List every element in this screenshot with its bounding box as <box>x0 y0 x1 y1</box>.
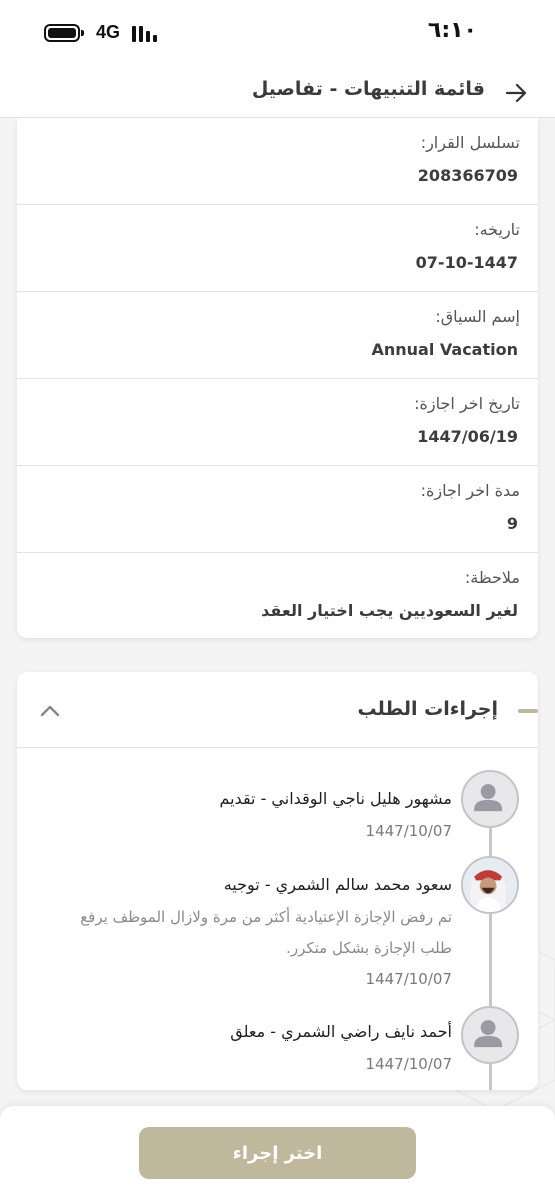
field-last-vacation-date: تاريخ اخر اجازة: 1447/06/19 <box>17 379 538 466</box>
field-value: 9 <box>506 514 518 533</box>
timeline-entry-note: تم رفض الإجازة الإعتيادية أكثر من مرة ول… <box>80 908 452 957</box>
section-accent <box>518 709 538 713</box>
timeline-entry-name: أحمد نايف راضي الشمري - معلق <box>230 1022 452 1041</box>
field-label: إسم السياق: <box>435 307 520 326</box>
field-date: تاريخه: 07-10-1447 <box>17 205 538 292</box>
signal-icon <box>132 24 158 42</box>
timeline-entry-name: سعود محمد سالم الشمري - توجيه <box>223 875 452 894</box>
person-placeholder-icon <box>461 1006 519 1064</box>
user-photo <box>461 856 519 914</box>
choose-action-button[interactable]: اختر إجراء <box>139 1127 416 1179</box>
field-note: ملاحظة: لغير السعوديين يجب اختيار العقد <box>17 553 538 640</box>
timeline-entry-date: 1447/10/07 <box>365 970 452 988</box>
section-title: إجراءات الطلب <box>357 698 499 720</box>
field-last-vacation-duration: مدة اخر اجازة: 9 <box>17 466 538 553</box>
field-label: تاريخ اخر اجازة: <box>414 394 520 413</box>
field-value: 07-10-1447 <box>415 253 518 272</box>
details-card: تسلسل القرار: 208366709 تاريخه: 07-10-14… <box>17 118 538 638</box>
request-actions-header[interactable]: إجراءات الطلب <box>17 672 538 748</box>
timeline-entry-date: 1447/10/07 <box>365 822 452 840</box>
field-value: Annual Vacation <box>371 340 518 359</box>
field-decision-number: تسلسل القرار: 208366709 <box>17 118 538 205</box>
network-type: 4G <box>96 22 121 42</box>
field-value: لغير السعوديين يجب اختيار العقد <box>261 601 518 620</box>
field-label: مدة اخر اجازة: <box>420 481 520 500</box>
status-indicators: 4G <box>44 22 158 43</box>
top-app-bar: قائمة التنبيهات - تفاصيل <box>0 68 555 118</box>
page-title: قائمة التنبيهات - تفاصيل <box>251 78 485 100</box>
status-bar: 4G ٦:١٠ <box>0 0 555 68</box>
timeline-entry-name: مشهور هليل ناجي الوقداني - تقديم <box>219 789 452 808</box>
chevron-up-icon[interactable] <box>37 698 63 724</box>
field-context-name: إسم السياق: Annual Vacation <box>17 292 538 379</box>
person-placeholder-icon <box>461 770 519 828</box>
arrow-right-icon[interactable] <box>503 80 529 106</box>
field-label: تسلسل القرار: <box>420 133 520 152</box>
battery-icon <box>44 23 84 42</box>
clock: ٦:١٠ <box>427 18 477 43</box>
field-label: ملاحظة: <box>464 568 520 587</box>
field-value: 208366709 <box>417 166 518 185</box>
field-value: 1447/06/19 <box>417 427 518 446</box>
request-actions-card: إجراءات الطلب مشهور هليل ناجي الوقداني -… <box>17 672 538 1090</box>
field-label: تاريخه: <box>474 220 520 239</box>
bottom-action-bar: اختر إجراء <box>0 1106 555 1200</box>
timeline-entry-date: 1447/10/07 <box>365 1055 452 1073</box>
